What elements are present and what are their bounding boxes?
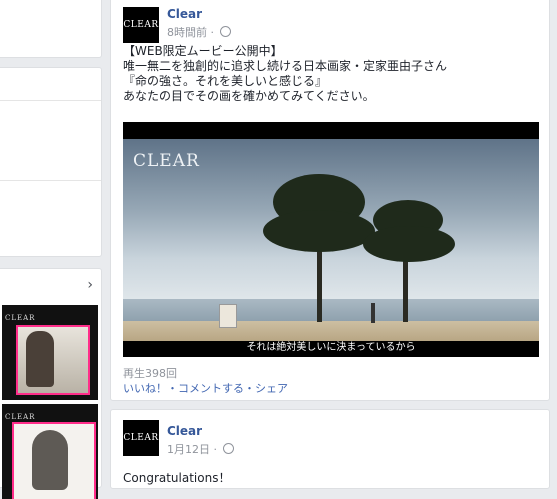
video-thumbnail[interactable]: CLEAR [2, 305, 98, 400]
left-card-header [0, 68, 101, 101]
globe-icon [222, 443, 234, 454]
globe-icon [219, 26, 231, 37]
post-meta: 8時間前 · [167, 24, 231, 40]
feed-post: CLEAR Clear 1月12日 · Congratulations！ [110, 409, 550, 489]
thumbnail-figure [32, 430, 68, 490]
post-time[interactable]: 1月12日 [167, 443, 210, 456]
video-subtitle: それは絶対美しいに決まっているから [246, 342, 416, 353]
separator-dot: · [210, 26, 215, 39]
video-player[interactable]: CLEAR それは絶対美しいに決まっているから [123, 122, 539, 357]
view-count: 再生398回 [123, 367, 177, 380]
page-name-link[interactable]: Clear [167, 7, 202, 21]
video-beach [123, 321, 539, 341]
video-thumbnail[interactable]: CLEAR [2, 404, 98, 499]
left-card-middle [0, 67, 102, 257]
post-text-line: 唯一無二を独創的に追求し続ける日本画家・定家亜由子さん [123, 59, 448, 73]
easel [219, 304, 237, 328]
thumbnail-brand: CLEAR [5, 413, 36, 421]
post-text-line: 『命の強さ。それを美しいと感じる』 [123, 74, 328, 88]
tree-crown [363, 226, 455, 262]
person-silhouette [371, 303, 375, 323]
post-text: 【WEB限定ムービー公開中】 唯一無二を独創的に追求し続ける日本画家・定家亜由子… [123, 44, 447, 104]
thumbnail-brand: CLEAR [5, 314, 36, 322]
left-card-top [0, 0, 102, 58]
page-name-link[interactable]: Clear [167, 424, 202, 438]
tree-crown [263, 210, 375, 252]
post-text-line: 【WEB限定ムービー公開中】 [123, 44, 283, 58]
separator-dot: · [213, 443, 218, 456]
page-avatar[interactable]: CLEAR [123, 420, 159, 456]
chevron-right-icon[interactable]: › [87, 277, 93, 293]
post-time[interactable]: 8時間前 [167, 26, 207, 39]
divider [0, 180, 101, 181]
tree-trunk [317, 240, 322, 322]
post-text: Congratulations！ [123, 471, 231, 485]
post-actions[interactable]: いいね！・コメントする・シェア [123, 380, 288, 396]
post-meta: 1月12日 · [167, 441, 234, 457]
thumbnail-figure [26, 331, 54, 387]
post-text-line: あなたの目でその画を確かめてみてください。 [123, 89, 375, 103]
page-avatar[interactable]: CLEAR [123, 7, 159, 43]
video-sea [123, 299, 539, 321]
video-brand-logo: CLEAR [133, 151, 200, 171]
left-card-videos: › CLEAR CLEAR [0, 268, 102, 499]
feed-post: CLEAR Clear 8時間前 · 【WEB限定ムービー公開中】 唯一無二を独… [110, 0, 550, 401]
